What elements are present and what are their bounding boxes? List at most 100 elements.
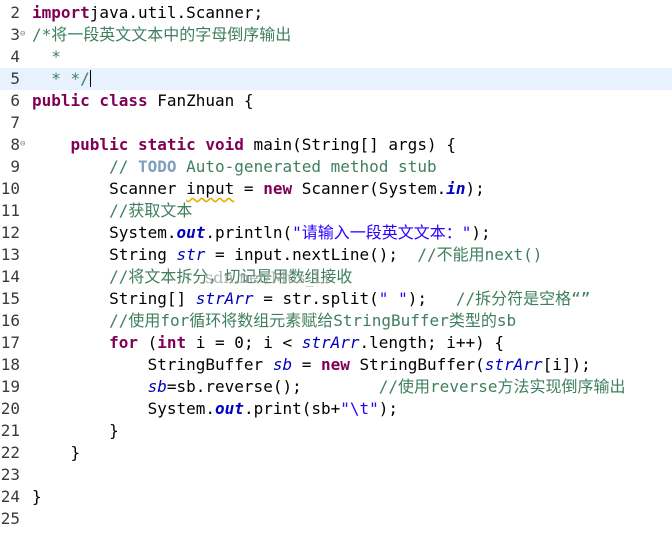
code-text: * xyxy=(32,46,61,68)
code-text: StringBuffer sb = new StringBuffer(strAr… xyxy=(32,354,591,376)
code-token: ); xyxy=(465,179,485,198)
code-line[interactable]: 11 //获取文本 xyxy=(0,200,672,222)
code-text: // TODO Auto-generated method stub xyxy=(32,156,437,178)
code-token: "请输入一段英文文本：" xyxy=(292,223,472,242)
code-line[interactable]: 9 // TODO Auto-generated method stub xyxy=(0,156,672,178)
code-line[interactable]: 22 } xyxy=(0,442,672,464)
line-number: 14 xyxy=(0,267,20,286)
code-text: public static void main(String[] args) { xyxy=(32,134,456,156)
code-token: FanZhuan { xyxy=(147,91,254,110)
code-token: = str.split( xyxy=(253,289,379,308)
code-line[interactable]: 4 * xyxy=(0,46,672,68)
code-line[interactable]: 18 StringBuffer sb = new StringBuffer(st… xyxy=(0,354,672,376)
code-token: ); xyxy=(407,289,456,308)
code-line[interactable]: 12 System.out.println("请输入一段英文文本："); xyxy=(0,222,672,244)
code-token: =sb.reverse(); xyxy=(166,377,379,396)
fold-toggle-icon[interactable]: ⊖ xyxy=(20,30,29,39)
line-number: 15 xyxy=(0,289,20,308)
code-text: //使用for循环将数组元素赋给StringBuffer类型的sb xyxy=(32,310,516,332)
code-line[interactable]: 14 //将文本拆分，切记是用数组接收 xyxy=(0,266,672,288)
code-token: out xyxy=(176,223,206,242)
code-line[interactable]: 5 * */ xyxy=(0,68,672,90)
code-line[interactable]: 3 ⊖/*将一段英文文本中的字母倒序输出 xyxy=(0,24,672,46)
line-number: 9 xyxy=(10,157,20,176)
code-token: new xyxy=(321,355,350,374)
code-line[interactable]: 24} xyxy=(0,486,672,508)
code-token: ( xyxy=(137,333,158,352)
text-caret xyxy=(89,70,91,87)
code-token: input xyxy=(186,179,235,198)
code-line[interactable]: 6 public class FanZhuan { xyxy=(0,90,672,112)
code-token: String[] xyxy=(32,289,196,308)
code-line[interactable]: 21 } xyxy=(0,420,672,442)
code-token: public class xyxy=(32,91,148,110)
fold-toggle-icon[interactable]: ⊖ xyxy=(20,140,29,149)
code-text: System.out.print(sb+"\t"); xyxy=(32,398,398,420)
code-token: //拆分符是空格“” xyxy=(455,289,591,308)
code-editor[interactable]: 2 importjava.util.Scanner; 3 ⊖/*将一段英文文本中的字母… xyxy=(0,0,672,536)
line-number: 3 xyxy=(10,25,20,44)
code-line[interactable]: 25 xyxy=(0,508,672,530)
code-token: //获取文本 xyxy=(109,201,193,220)
code-line[interactable]: 2 importjava.util.Scanner; xyxy=(0,2,672,24)
code-token: //使用reverse方法实现倒序输出 xyxy=(378,377,626,396)
line-number: 7 xyxy=(10,113,20,132)
code-line[interactable]: 19 sb=sb.reverse(); //使用reverse方法实现倒序输出 xyxy=(0,376,672,398)
code-token: str xyxy=(176,245,206,264)
code-token: //不能用next() xyxy=(417,245,543,264)
code-line[interactable]: 16 //使用for循环将数组元素赋给StringBuffer类型的sb xyxy=(0,310,672,332)
code-token: import xyxy=(32,3,90,22)
code-token: /*将一段英文文本中的字母倒序输出 xyxy=(32,25,292,44)
code-token: = input.nextLine(); xyxy=(205,245,418,264)
code-token: sb xyxy=(272,355,293,374)
code-line[interactable]: 7 xyxy=(0,112,672,134)
code-text: * */ xyxy=(32,68,91,90)
line-number: 20 xyxy=(0,399,20,418)
code-token: StringBuffer( xyxy=(349,355,485,374)
code-token: public static void xyxy=(70,135,244,154)
code-token: sb xyxy=(147,377,167,396)
code-token: System. xyxy=(32,399,216,418)
code-line[interactable]: 20 System.out.print(sb+"\t"); xyxy=(0,398,672,420)
code-line[interactable]: 15 String[] strArr = str.split(" "); //拆… xyxy=(0,288,672,310)
code-token: int xyxy=(157,333,187,352)
code-text: System.out.println("请输入一段英文文本："); xyxy=(32,222,491,244)
line-number: 23 xyxy=(0,465,20,484)
code-token: Auto-generated method stub xyxy=(176,157,437,176)
code-token: .print(sb+ xyxy=(243,399,341,418)
line-number: 5 xyxy=(10,69,20,88)
code-line[interactable]: 17 for (int i = 0; i < strArr.length; i+… xyxy=(0,332,672,354)
code-line[interactable]: 10 Scanner input = new Scanner(System.in… xyxy=(0,178,672,200)
code-token: " " xyxy=(378,289,408,308)
code-line[interactable]: 13 String str = input.nextLine(); //不能用n… xyxy=(0,244,672,266)
code-text: //获取文本 xyxy=(32,200,192,222)
code-token: for xyxy=(109,333,138,352)
code-token: * xyxy=(32,47,61,66)
code-text: } xyxy=(32,420,119,442)
code-token: = xyxy=(292,355,321,374)
line-number: 10 xyxy=(0,179,20,198)
code-token: strArr xyxy=(195,289,254,308)
line-number: 4 xyxy=(10,47,20,66)
code-text: //将文本拆分，切记是用数组接收 xyxy=(32,266,352,288)
code-token: //使用for循环将数组元素赋给StringBuffer类型的sb xyxy=(109,311,517,330)
code-token: System. xyxy=(32,223,177,242)
code-token: // xyxy=(109,157,138,176)
line-number: 19 xyxy=(0,377,20,396)
code-text: public class FanZhuan { xyxy=(32,90,254,112)
code-token: "\t" xyxy=(340,399,379,418)
code-token: strArr xyxy=(301,333,360,352)
code-line[interactable]: 23 xyxy=(0,464,672,486)
line-number: 21 xyxy=(0,421,20,440)
code-token: = xyxy=(234,179,264,198)
code-token: main(String[] args) { xyxy=(243,135,456,154)
code-text: for (int i = 0; i < strArr.length; i++) … xyxy=(32,332,504,354)
code-line[interactable]: 8 ⊖ public static void main(String[] args… xyxy=(0,134,672,156)
